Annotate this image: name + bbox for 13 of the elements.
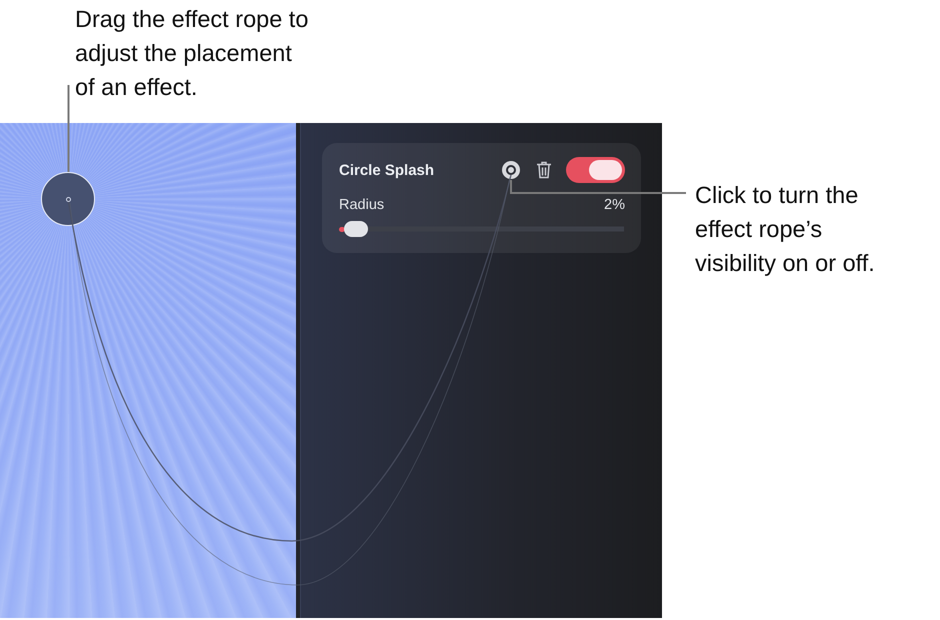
target-icon [501,160,521,180]
effect-handle[interactable] [41,172,95,226]
rope-visibility-button[interactable] [501,160,521,180]
effect-title: Circle Splash [339,162,436,178]
callout-text: Drag the effect rope to adjust the placement of an effect. [75,5,308,102]
effect-toggle[interactable] [566,157,625,183]
callout-text: Click to turn the effect rope’s visibility on or off. [695,181,875,278]
slider-reading: 2% [604,197,625,213]
delete-button[interactable] [534,160,554,180]
anchor-dot-icon [66,197,71,202]
slider-thumb[interactable] [344,221,368,237]
trash-icon [534,160,554,180]
slider-label: Radius [339,197,384,213]
